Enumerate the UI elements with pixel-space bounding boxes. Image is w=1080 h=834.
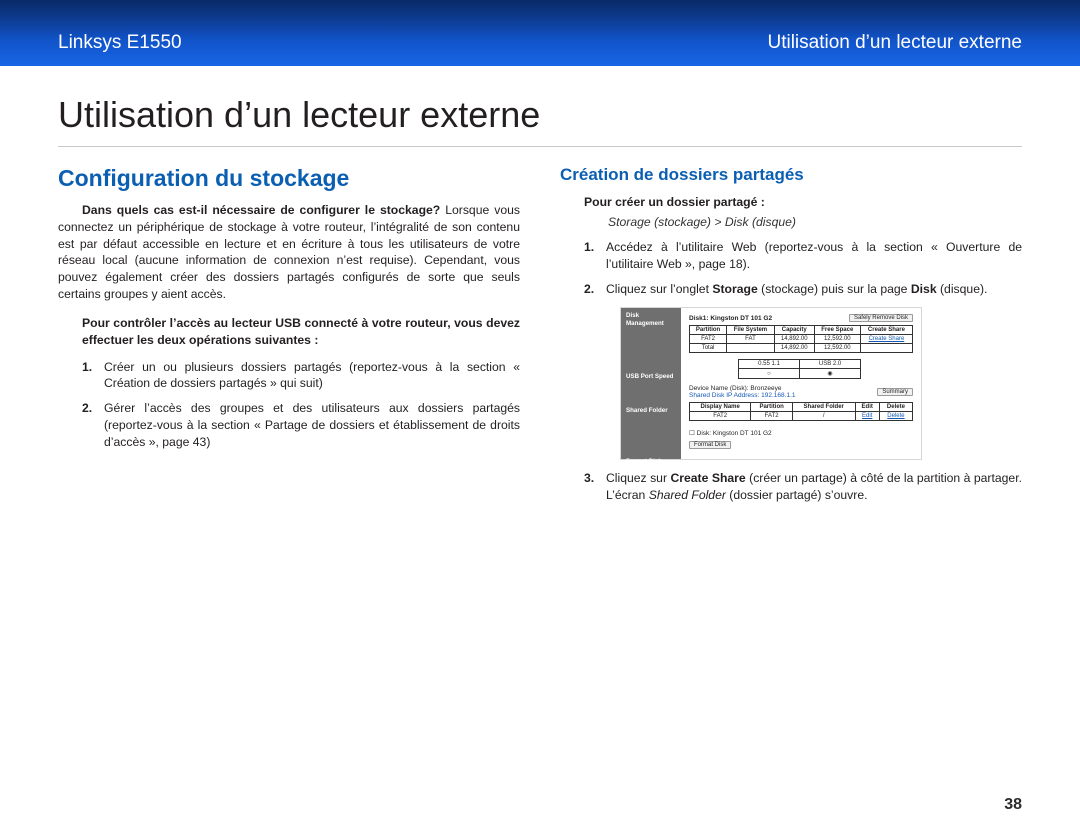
device-name: Device Name (Disk): Bronzeeye (689, 385, 781, 392)
text-bold: Create Share (670, 471, 745, 485)
table-row: Total 14,892.00 12,592.00 (690, 344, 913, 353)
operations-list: Créer un ou plusieurs dossiers partagés … (82, 359, 520, 451)
screenshot-disk-page: Disk Management USB Port Speed Shared Fo… (620, 307, 922, 460)
td: FAT2 (751, 412, 793, 421)
page-title: Utilisation d’un lecteur externe (58, 94, 1022, 136)
td: 12,592.00 (814, 344, 860, 353)
operation-step: Créer un ou plusieurs dossiers partagés … (82, 359, 520, 393)
procedure-step: Accédez à l’utilitaire Web (reportez-vou… (584, 239, 1022, 273)
th: Edit (855, 403, 879, 412)
summary-button[interactable]: Summary (877, 388, 913, 396)
edit-link[interactable]: Edit (855, 412, 879, 421)
usb-speed-table: 0.55 1.1 USB 2.0 ○ ◉ (738, 359, 861, 379)
create-share-link[interactable]: Create Share (860, 335, 912, 344)
th: Display Name (690, 403, 751, 412)
td: FAT2 (690, 335, 727, 344)
page-number: 38 (1004, 796, 1022, 814)
sidebar-label: Shared Folder (621, 403, 681, 418)
text: Cliquez sur (606, 471, 670, 485)
link-text: Delete (887, 413, 904, 419)
text: (stockage) puis sur la page (758, 282, 911, 296)
th: Shared Folder (792, 403, 855, 412)
th: Delete (879, 403, 912, 412)
ip-label: Shared Disk IP Address: (689, 392, 759, 399)
left-column: Configuration du stockage Dans quels cas… (58, 165, 520, 514)
radio-on[interactable]: ◉ (799, 369, 861, 379)
format-disk-button[interactable]: Format Disk (689, 441, 731, 449)
th: Capacity (774, 326, 814, 335)
procedure-lead: Pour créer un dossier partagé : (584, 195, 1022, 209)
sidebar-label: Format Disk (621, 454, 681, 469)
header-band: Linksys E1550 Utilisation d’un lecteur e… (0, 0, 1080, 66)
breadcrumb-path: Storage (stockage) > Disk (disque) (608, 215, 1022, 229)
radio-off[interactable]: ○ (739, 369, 799, 379)
sidebar-label: Disk Management (621, 308, 681, 331)
link-text: Create Share (869, 336, 905, 342)
procedure-list-cont: Cliquez sur Create Share (créer un parta… (584, 470, 1022, 504)
intro-rest: Lorsque vous connectez un périphérique d… (58, 203, 520, 301)
header-right: Utilisation d’un lecteur externe (767, 32, 1022, 54)
th: Create Share (860, 326, 912, 335)
td: 0.55 1.1 (739, 360, 799, 369)
procedure-list: Accédez à l’utilitaire Web (reportez-vou… (584, 239, 1022, 297)
td: 14,892.00 (774, 335, 814, 344)
td: FAT (727, 335, 775, 344)
text: (disque). (937, 282, 988, 296)
sidebar-label: USB Port Speed (621, 369, 681, 384)
td (727, 344, 775, 353)
th: File System (727, 326, 775, 335)
td: 12,592.00 (814, 335, 860, 344)
intro-lead: Dans quels cas est-il nécessaire de conf… (82, 203, 440, 217)
text-italic: Shared Folder (649, 488, 726, 502)
td (860, 344, 912, 353)
two-column-layout: Configuration du stockage Dans quels cas… (58, 165, 1022, 514)
td: FAT2 (690, 412, 751, 421)
intro-paragraph: Dans quels cas est-il nécessaire de conf… (58, 202, 520, 303)
divider (58, 146, 1022, 147)
text: (dossier partagé) s’ouvre. (726, 488, 868, 502)
partition-table: Partition File System Capacity Free Spac… (689, 325, 913, 353)
delete-link[interactable]: Delete (879, 412, 912, 421)
td: 14,892.00 (774, 344, 814, 353)
procedure-step: Cliquez sur Create Share (créer un parta… (584, 470, 1022, 504)
section-heading-config: Configuration du stockage (58, 165, 520, 192)
table-row: FAT2 FAT 14,892.00 12,592.00 Create Shar… (690, 335, 913, 344)
th: Partition (751, 403, 793, 412)
text-bold: Storage (712, 282, 757, 296)
header-left: Linksys E1550 (58, 32, 182, 54)
td: Total (690, 344, 727, 353)
td: USB 2.0 (799, 360, 861, 369)
section-heading-create: Création de dossiers partagés (560, 165, 1022, 185)
link-text: Edit (862, 413, 872, 419)
format-checkbox[interactable]: ☐ (689, 430, 695, 437)
table-row: FAT2 FAT2 / Edit Delete (690, 412, 913, 421)
operations-lead: Pour contrôler l’accès au lecteur USB co… (82, 315, 520, 349)
ip-value: 192.168.1.1 (761, 392, 795, 399)
safely-remove-button[interactable]: Safely Remove Disk (849, 314, 913, 322)
disk-title: Disk1: Kingston DT 101 G2 (689, 315, 772, 322)
td: / (792, 412, 855, 421)
text-bold: Disk (911, 282, 937, 296)
th: Partition (690, 326, 727, 335)
shared-folder-table: Display Name Partition Shared Folder Edi… (689, 402, 913, 421)
operation-step: Gérer l’accès des groupes et des utilisa… (82, 400, 520, 450)
text: Cliquez sur l’onglet (606, 282, 712, 296)
right-column: Création de dossiers partagés Pour créer… (560, 165, 1022, 514)
th: Free Space (814, 326, 860, 335)
procedure-step: Cliquez sur l’onglet Storage (stockage) … (584, 281, 1022, 298)
screenshot-sidebar: Disk Management USB Port Speed Shared Fo… (621, 308, 681, 459)
format-disk-label: Disk: Kingston DT 101 G2 (697, 430, 772, 437)
